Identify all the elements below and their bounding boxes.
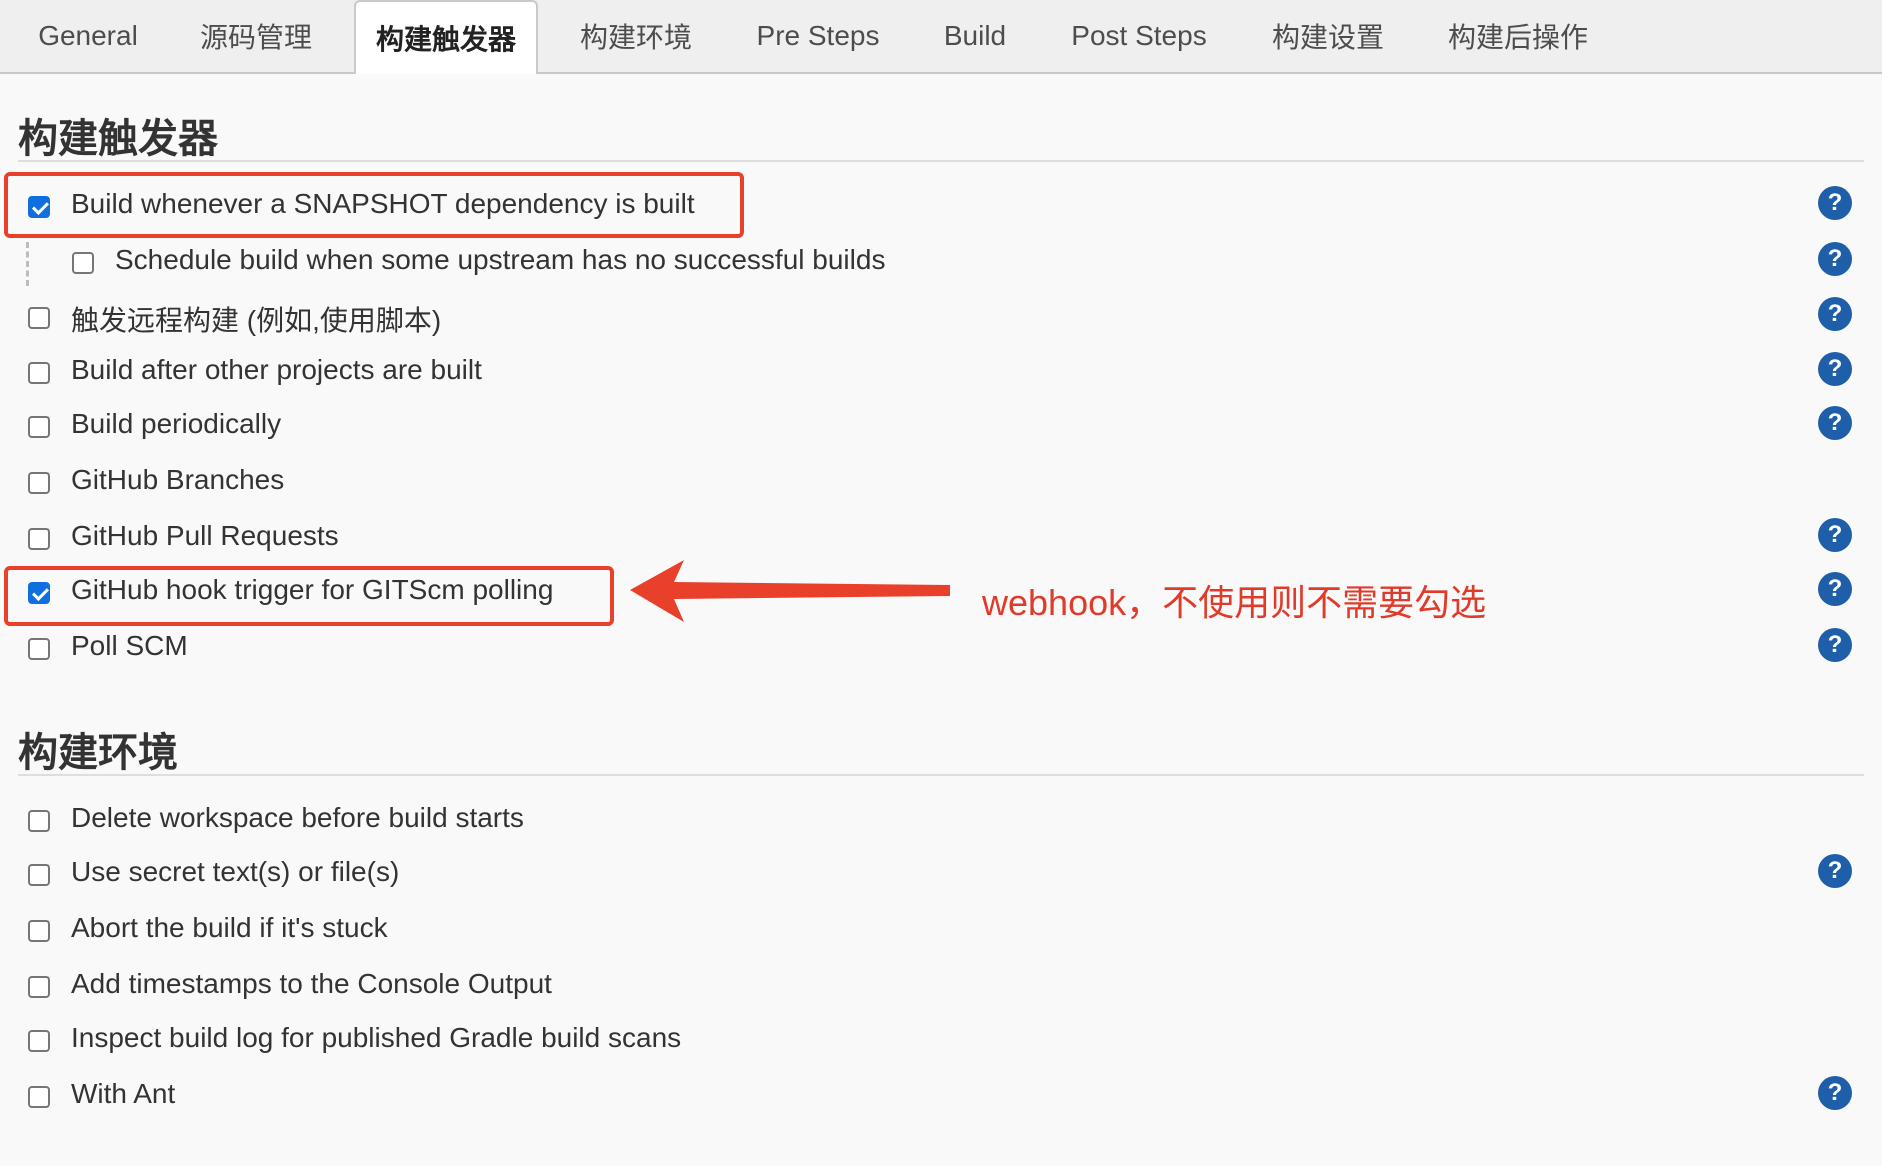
option-label: Use secret text(s) or file(s) (71, 856, 400, 887)
highlight-box-snapshot (4, 172, 744, 238)
section-divider (18, 774, 1864, 776)
checkbox-build-after-other-projects[interactable] (28, 362, 50, 384)
tab-post-build-actions[interactable]: 构建后操作 (1438, 0, 1598, 72)
checkbox-timestamps[interactable] (28, 976, 50, 998)
highlight-box-github-hook (4, 566, 614, 626)
checkbox-with-ant[interactable] (28, 1086, 50, 1108)
tab-general[interactable]: General (20, 0, 156, 72)
question-circle-icon[interactable]: ? (1818, 352, 1852, 386)
option-label: Poll SCM (71, 630, 188, 661)
option-row-poll-scm: Poll SCM ? (0, 626, 1882, 676)
option-label: 触发远程构建 (例如,使用脚本) (71, 305, 442, 336)
checkbox-gradle-build-scans[interactable] (28, 1030, 50, 1052)
option-label: With Ant (71, 1078, 176, 1109)
option-row-with-ant: With Ant ? (0, 1074, 1882, 1124)
question-circle-icon[interactable]: ? (1818, 242, 1852, 276)
question-circle-icon[interactable]: ? (1818, 628, 1852, 662)
checkbox-remote-trigger[interactable] (28, 307, 50, 329)
option-row-timestamps: Add timestamps to the Console Output ? (0, 964, 1882, 1014)
option-row-build-periodically: Build periodically ? (0, 404, 1882, 454)
option-label: Build periodically (71, 408, 282, 439)
config-tab-bar: General 源码管理 构建触发器 构建环境 Pre Steps Build … (0, 0, 1882, 74)
option-label: Schedule build when some upstream has no… (115, 244, 886, 275)
option-row-delete-workspace: Delete workspace before build starts ? (0, 798, 1882, 848)
checkbox-poll-scm[interactable] (28, 638, 50, 660)
tab-build-environment[interactable]: 构建环境 (568, 0, 704, 72)
option-label: Inspect build log for published Gradle b… (71, 1022, 682, 1053)
section-title-build-triggers: 构建触发器 (18, 117, 218, 161)
question-circle-icon[interactable]: ? (1818, 518, 1852, 552)
checkbox-build-periodically[interactable] (28, 416, 50, 438)
tab-source-management[interactable]: 源码管理 (188, 0, 324, 72)
tab-pre-steps[interactable]: Pre Steps (738, 0, 898, 72)
option-label: Build after other projects are built (71, 354, 482, 385)
option-row-schedule-upstream: Schedule build when some upstream has no… (0, 240, 1882, 290)
option-row-abort-stuck: Abort the build if it's stuck ? (0, 908, 1882, 958)
option-label: GitHub Branches (71, 464, 285, 495)
tab-build-triggers[interactable]: 构建触发器 (354, 0, 538, 74)
annotation-arrow-icon (630, 560, 950, 622)
question-circle-icon[interactable]: ? (1818, 297, 1852, 331)
checkbox-github-branches[interactable] (28, 472, 50, 494)
option-label: Abort the build if it's stuck (71, 912, 388, 943)
option-row-github-branches: GitHub Branches ? (0, 460, 1882, 510)
tab-build[interactable]: Build (928, 0, 1022, 72)
checkbox-github-pull-requests[interactable] (28, 528, 50, 550)
question-circle-icon[interactable]: ? (1818, 406, 1852, 440)
tab-build-settings[interactable]: 构建设置 (1260, 0, 1396, 72)
checkbox-abort-stuck[interactable] (28, 920, 50, 942)
question-circle-icon[interactable]: ? (1818, 854, 1852, 888)
tab-post-steps[interactable]: Post Steps (1060, 0, 1218, 72)
option-row-gradle-build-scans: Inspect build log for published Gradle b… (0, 1018, 1882, 1068)
question-circle-icon[interactable]: ? (1818, 186, 1852, 220)
option-label: Delete workspace before build starts (71, 802, 524, 833)
question-circle-icon[interactable]: ? (1818, 572, 1852, 606)
option-label: Add timestamps to the Console Output (71, 968, 552, 999)
option-row-secret-text: Use secret text(s) or file(s) ? (0, 852, 1882, 902)
checkbox-schedule-upstream[interactable] (72, 252, 94, 274)
section-divider (18, 160, 1864, 162)
section-title-build-environment: 构建环境 (18, 731, 178, 775)
option-label: GitHub Pull Requests (71, 520, 339, 551)
option-row-remote-trigger: 触发远程构建 (例如,使用脚本) ? (0, 295, 1882, 345)
annotation-text: webhook，不使用则不需要勾选 (982, 582, 1487, 623)
option-row-build-after-other-projects: Build after other projects are built ? (0, 350, 1882, 400)
question-circle-icon[interactable]: ? (1818, 1076, 1852, 1110)
checkbox-delete-workspace[interactable] (28, 810, 50, 832)
checkbox-secret-text[interactable] (28, 864, 50, 886)
